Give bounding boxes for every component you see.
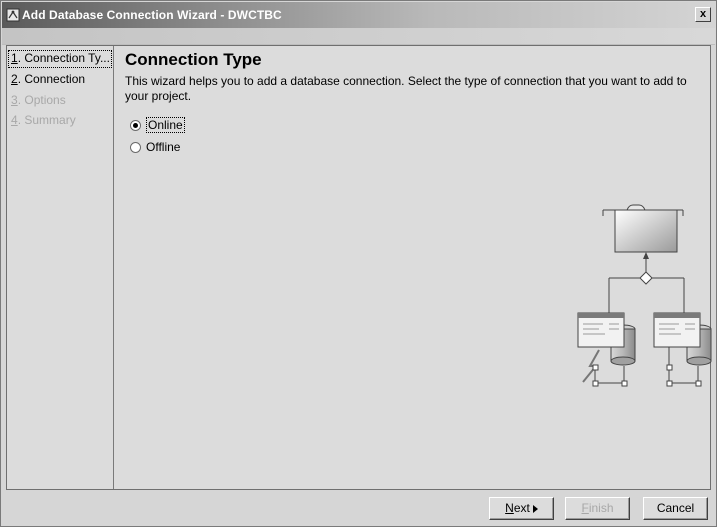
main-panel: Connection Type This wizard helps you to…: [115, 46, 712, 489]
button-bar: Next Finish Cancel: [6, 493, 711, 523]
triangle-right-icon: [532, 505, 538, 513]
finish-button: Finish: [565, 497, 630, 520]
close-button[interactable]: x: [695, 7, 711, 22]
header-strip: [2, 28, 715, 45]
online-label[interactable]: Online: [146, 117, 185, 133]
finish-label: inish: [588, 501, 614, 515]
nav-step-number: 2: [11, 72, 18, 86]
next-label: ext: [513, 501, 530, 515]
online-radio[interactable]: [130, 119, 141, 131]
nav-step-label: . Options: [17, 93, 66, 107]
step-navigation: 1. Connection Ty... 2. Connection 3. Opt…: [7, 46, 114, 489]
nav-step-number: 3: [11, 93, 18, 107]
nav-step-connection[interactable]: 2. Connection: [8, 71, 112, 89]
nav-step-label: . Summary: [17, 113, 76, 127]
nav-step-label: . Connection: [17, 72, 86, 86]
close-icon: x: [699, 8, 707, 20]
window-title: Add Database Connection Wizard - DWCTBC: [22, 8, 282, 22]
online-option[interactable]: Online: [130, 117, 185, 133]
wizard-app-icon: [6, 8, 20, 22]
next-button[interactable]: Next: [489, 497, 554, 520]
finish-mnemonic: F: [581, 501, 589, 515]
wizard-body: 1. Connection Ty... 2. Connection 3. Opt…: [6, 45, 712, 490]
offline-label[interactable]: Offline: [146, 140, 180, 154]
cancel-label: Cancel: [656, 501, 695, 515]
database-connection-illustration: [577, 204, 712, 387]
nav-step-label: . Connection Ty...: [17, 51, 110, 65]
offline-radio[interactable]: [130, 141, 141, 153]
nav-step-number: 4: [11, 113, 18, 127]
nav-step-options: 3. Options: [8, 92, 112, 110]
page-description: This wizard helps you to add a database …: [125, 74, 687, 103]
nav-step-number: 1: [11, 51, 18, 65]
next-mnemonic: N: [505, 501, 514, 515]
nav-step-connection-type[interactable]: 1. Connection Ty...: [8, 50, 112, 68]
wizard-window: Add Database Connection Wizard - DWCTBC …: [0, 0, 717, 527]
cancel-button[interactable]: Cancel: [643, 497, 708, 520]
offline-option[interactable]: Offline: [130, 139, 180, 155]
title-bar[interactable]: Add Database Connection Wizard - DWCTBC …: [2, 2, 715, 28]
page-title: Connection Type: [125, 50, 262, 69]
nav-step-summary: 4. Summary: [8, 112, 112, 130]
